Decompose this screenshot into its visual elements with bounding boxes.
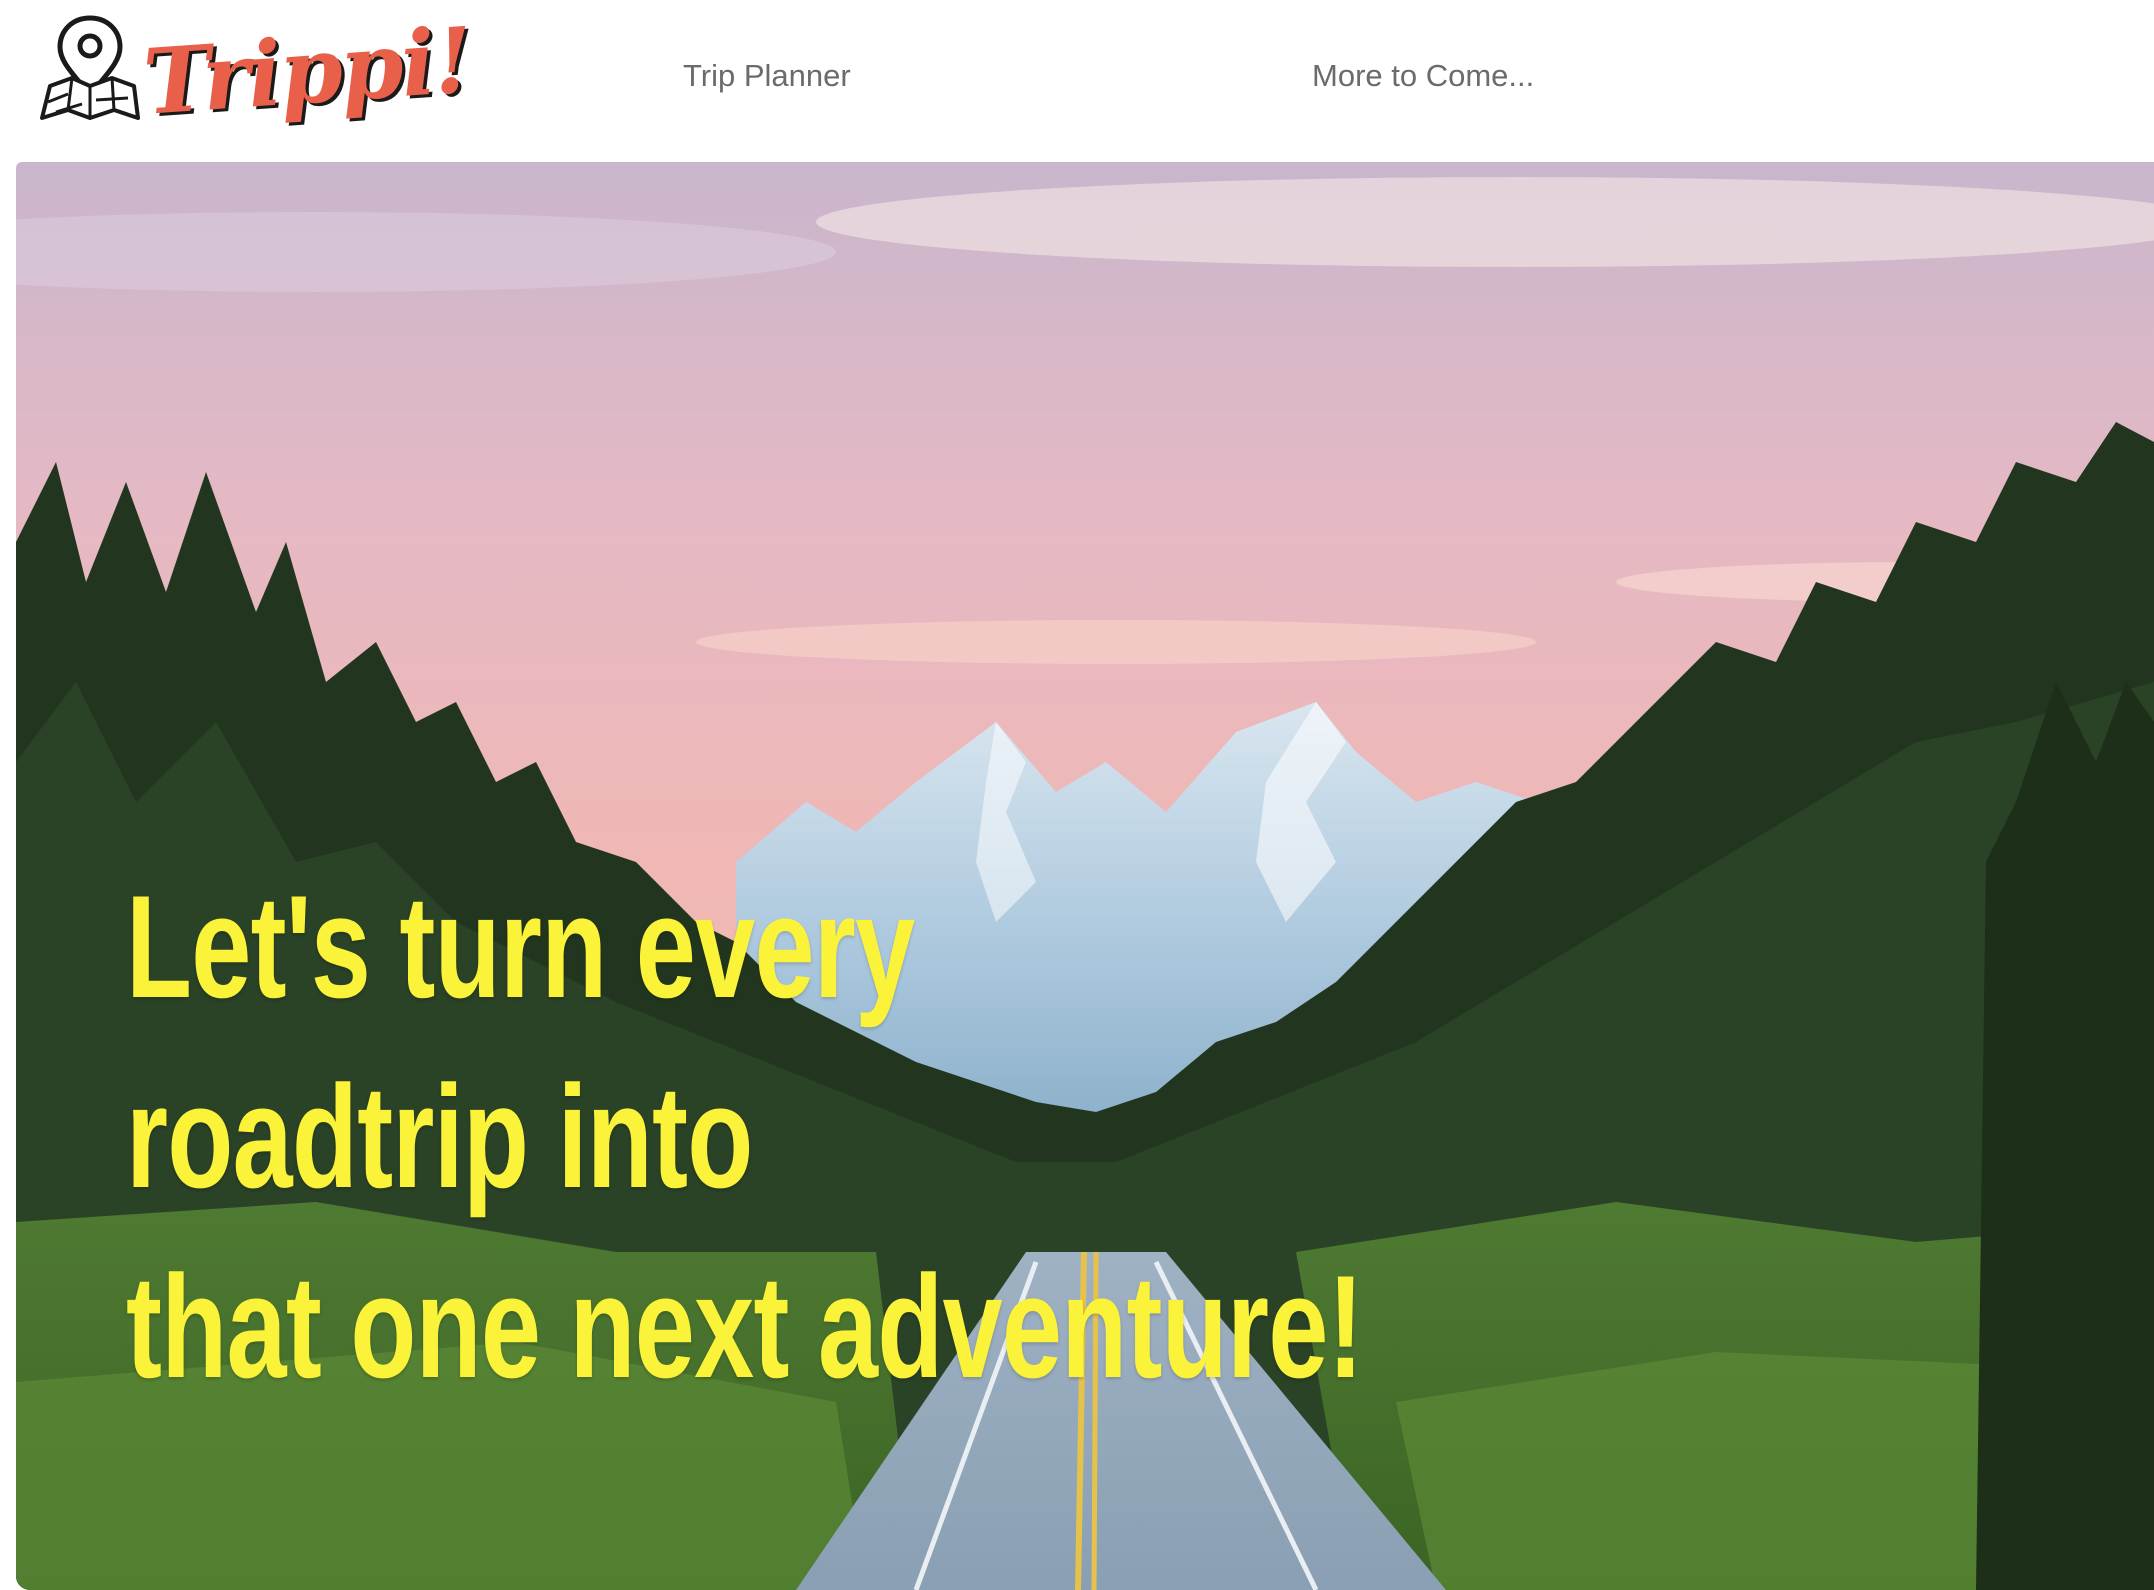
nav-more-to-come[interactable]: More to Come... (1312, 56, 1534, 96)
brand-name: Trippi! (140, 7, 475, 136)
hero-headline: Let's turn every roadtrip into that one … (126, 852, 1364, 1422)
nav-trip-planner[interactable]: Trip Planner (683, 56, 851, 96)
hero-headline-line: roadtrip into (126, 1055, 753, 1218)
hero-banner: Let's turn every roadtrip into that one … (16, 162, 2154, 1590)
hero-headline-line: that one next adventure! (126, 1245, 1364, 1408)
map-pin-map-icon (40, 15, 140, 120)
top-navbar: Trippi! Trip Planner More to Come... (0, 0, 2154, 160)
hero-headline-line: Let's turn every (126, 865, 915, 1028)
brand-logo[interactable]: Trippi! (38, 7, 474, 144)
